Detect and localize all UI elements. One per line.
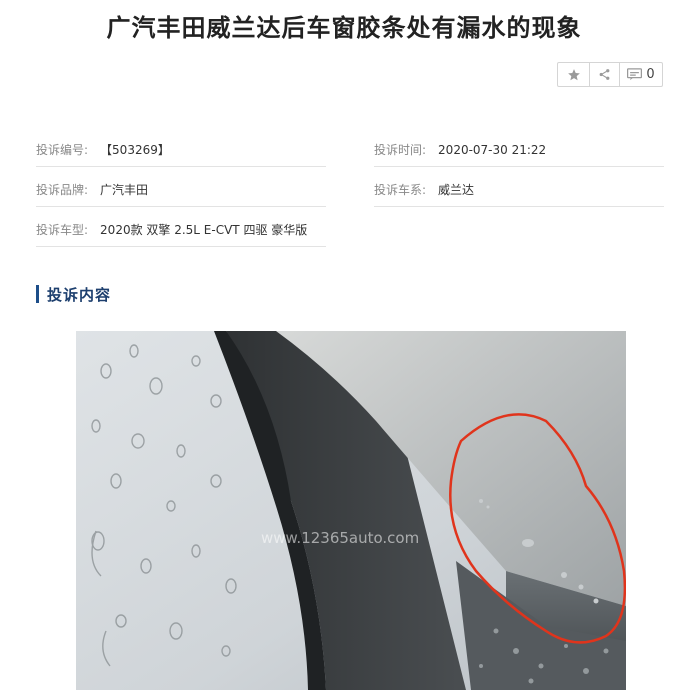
complaint-photo[interactable]: www.12365auto.com	[76, 331, 626, 690]
complaint-number-label: 投诉编号:	[36, 143, 89, 157]
complaint-model-row: 投诉车型: 2020款 双擎 2.5L E-CVT 四驱 豪华版	[36, 214, 326, 247]
complaint-brand-label: 投诉品牌:	[36, 183, 89, 197]
complaint-number-value: 【503269】	[100, 143, 170, 157]
complaint-number-row: 投诉编号: 【503269】	[36, 134, 326, 167]
page-title: 广汽丰田威兰达后车窗胶条处有漏水的现象	[106, 14, 582, 42]
favorite-button[interactable]	[558, 63, 589, 86]
complaint-model-value: 2020款 双擎 2.5L E-CVT 四驱 豪华版	[100, 223, 308, 237]
comment-button[interactable]: 0	[619, 63, 662, 86]
complaint-time-row: 投诉时间: 2020-07-30 21:22	[374, 134, 664, 167]
complaint-brand-row: 投诉品牌: 广汽丰田	[36, 174, 326, 207]
action-toolbar: 0	[557, 62, 663, 87]
share-icon	[599, 69, 610, 80]
photo-watermark: www.12365auto.com	[261, 529, 419, 547]
content-section-title: 投诉内容	[47, 285, 112, 304]
complaint-page: 广汽丰田威兰达后车窗胶条处有漏水的现象 0 投诉编号: 【503269】 投诉时…	[0, 0, 688, 690]
share-button[interactable]	[589, 63, 619, 86]
complaint-series-value: 威兰达	[438, 183, 475, 197]
complaint-brand-value: 广汽丰田	[100, 183, 149, 197]
complaint-time-label: 投诉时间:	[374, 143, 427, 157]
complaint-photo-image: www.12365auto.com	[76, 331, 626, 690]
comment-icon	[627, 68, 643, 81]
section-accent-bar	[36, 285, 39, 303]
star-icon	[567, 68, 580, 80]
comment-count: 0	[646, 67, 655, 82]
content-section-header: 投诉内容	[36, 285, 112, 304]
complaint-model-label: 投诉车型:	[36, 223, 89, 237]
complaint-series-row: 投诉车系: 威兰达	[374, 174, 664, 207]
complaint-series-label: 投诉车系:	[374, 183, 427, 197]
complaint-time-value: 2020-07-30 21:22	[438, 143, 547, 157]
